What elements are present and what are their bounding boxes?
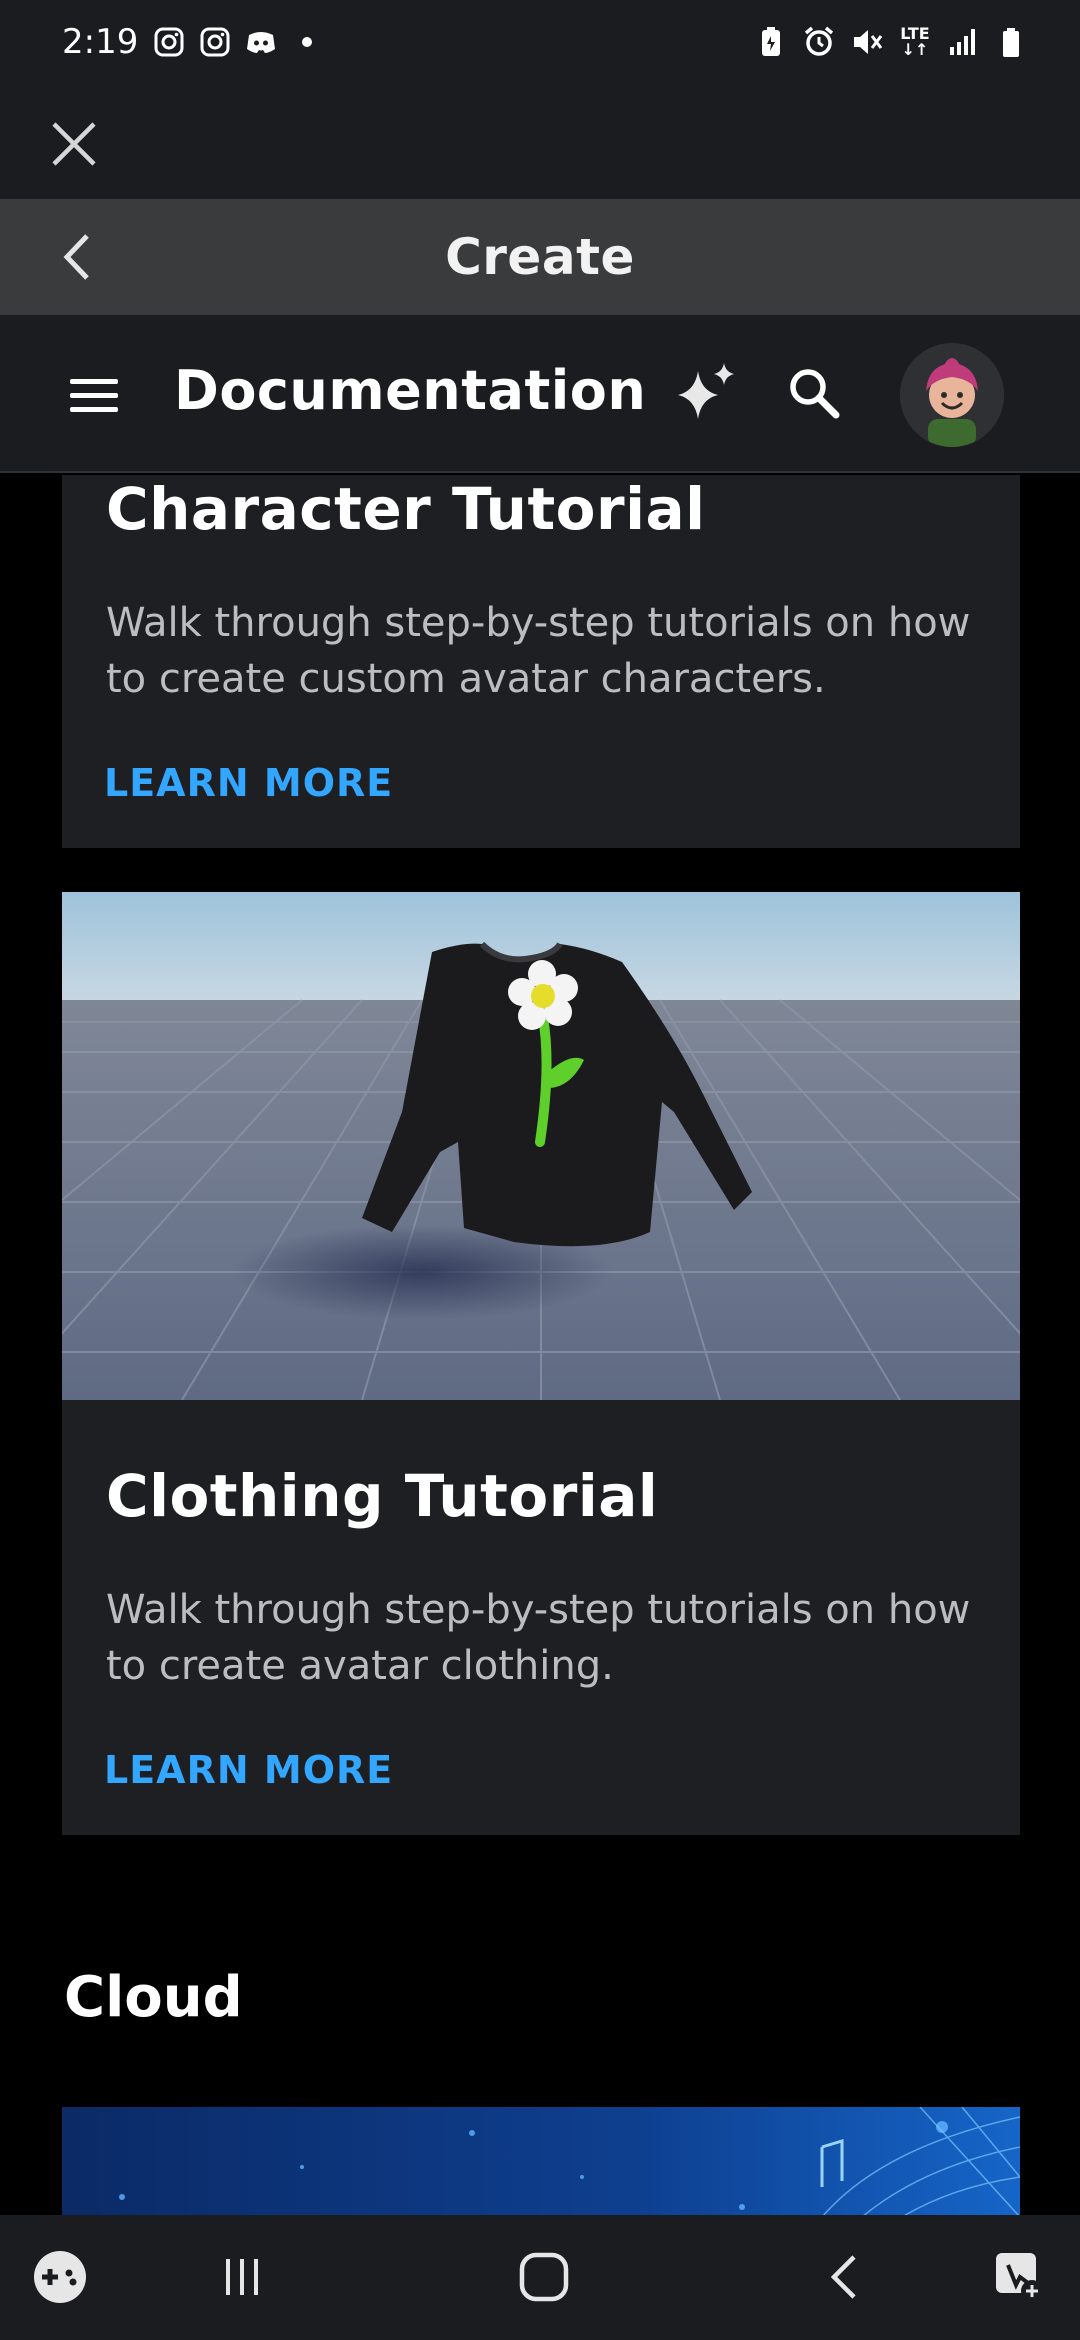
content-scroll-area[interactable]: Character Tutorial Walk through step-by-…: [0, 475, 1080, 2215]
status-bar: 2:19 LTE ↓↑: [0, 0, 1080, 84]
instagram-icon: [152, 25, 186, 59]
cloud-banner-image[interactable]: [62, 2107, 1020, 2215]
dot-icon: [290, 25, 324, 59]
hamburger-menu-icon[interactable]: [66, 371, 122, 419]
card-title: Clothing Tutorial: [106, 1462, 659, 1530]
card-description: Walk through step-by-step tutorials on h…: [106, 1587, 971, 1689]
learn-more-link[interactable]: LEARN MORE: [104, 1748, 393, 1792]
battery-icon: [994, 25, 1028, 59]
clothing-tutorial-image[interactable]: [62, 892, 1020, 1400]
docs-header: Documentation: [0, 315, 1080, 473]
instagram-icon: [198, 25, 232, 59]
lte-icon: LTE ↓↑: [900, 24, 930, 59]
discord-icon: [244, 25, 278, 59]
webview-toolbar: [0, 84, 1080, 199]
page-title: Create: [445, 228, 635, 286]
chevron-left-icon[interactable]: [46, 227, 106, 287]
battery-saver-icon: [754, 25, 788, 59]
mute-icon: [850, 25, 884, 59]
avatar-icon[interactable]: [900, 343, 1004, 447]
alarm-icon: [802, 25, 836, 59]
recent-apps-icon[interactable]: [206, 2241, 278, 2313]
system-icons: LTE ↓↑: [754, 25, 1028, 59]
sparkle-icon[interactable]: [670, 357, 742, 429]
card-description: Walk through step-by-step tutorials on h…: [106, 600, 971, 702]
back-icon[interactable]: [810, 2241, 882, 2313]
create-header: Create: [0, 199, 1080, 315]
close-icon[interactable]: [44, 114, 104, 174]
card-title: Character Tutorial: [106, 475, 706, 543]
game-controller-icon[interactable]: [24, 2241, 96, 2313]
section-title-cloud: Cloud: [64, 1965, 243, 2030]
card-clothing-tutorial: Clothing Tutorial Walk through step-by-s…: [62, 892, 1020, 1835]
network-label: LTE: [900, 24, 930, 43]
search-icon[interactable]: [782, 361, 848, 427]
signal-icon: [946, 25, 980, 59]
notification-icons: [152, 25, 324, 59]
learn-more-link[interactable]: LEARN MORE: [104, 761, 393, 805]
home-icon[interactable]: [508, 2241, 580, 2313]
system-nav-bar: [0, 2215, 1080, 2340]
accessibility-icon[interactable]: [984, 2241, 1056, 2313]
card-character-tutorial: Character Tutorial Walk through step-by-…: [62, 475, 1020, 848]
status-time: 2:19: [62, 22, 139, 62]
docs-title: Documentation: [174, 359, 647, 422]
